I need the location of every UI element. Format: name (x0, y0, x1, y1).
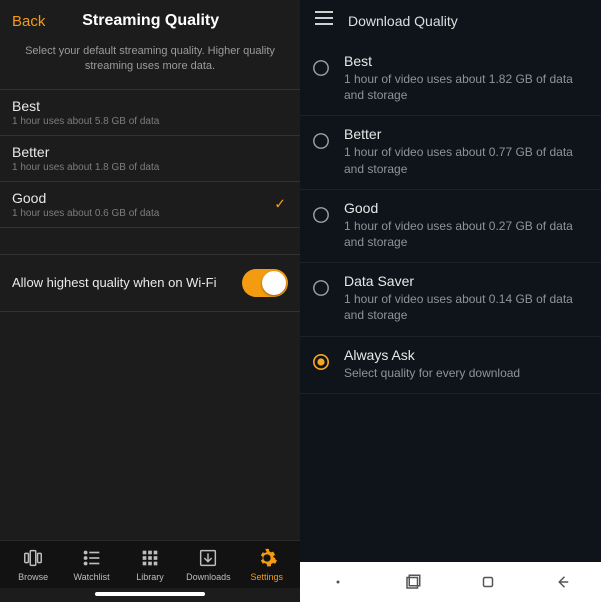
option-sub: 1 hour of video uses about 0.14 GB of da… (344, 291, 585, 323)
radio-unchecked-icon (312, 279, 330, 302)
library-icon (139, 547, 161, 569)
option-name: Good (12, 190, 288, 206)
radio-unchecked-icon (312, 206, 330, 229)
downloads-icon (197, 547, 219, 569)
wifi-label: Allow highest quality when on Wi-Fi (12, 275, 216, 290)
quality-option-better[interactable]: Better 1 hour uses about 1.8 GB of data (0, 135, 300, 181)
option-sub: 1 hour uses about 1.8 GB of data (12, 162, 288, 173)
page-title: Streaming Quality (13, 12, 288, 30)
watchlist-icon (81, 547, 103, 569)
download-option-good[interactable]: Good 1 hour of video uses about 0.27 GB … (300, 190, 601, 263)
option-name: Better (12, 144, 288, 160)
tab-downloads[interactable]: Downloads (180, 547, 236, 582)
wifi-toggle[interactable] (242, 269, 288, 297)
nav-back-icon[interactable] (543, 572, 583, 592)
tab-label: Downloads (186, 572, 231, 582)
tab-label: Browse (18, 572, 48, 582)
wifi-quality-row[interactable]: Allow highest quality when on Wi-Fi (0, 254, 300, 312)
nav-menu-icon[interactable] (318, 572, 358, 592)
gear-icon (256, 547, 278, 569)
android-screen: Download Quality Best 1 hour of video us… (300, 0, 601, 602)
option-sub: 1 hour of video uses about 0.27 GB of da… (344, 218, 585, 250)
download-option-best[interactable]: Best 1 hour of video uses about 1.82 GB … (300, 43, 601, 116)
tab-bar: Browse Watchlist Library (0, 540, 300, 588)
appbar-title: Download Quality (348, 13, 458, 29)
page-description: Select your default streaming quality. H… (0, 40, 300, 89)
ios-screen: Back Streaming Quality Select your defau… (0, 0, 300, 602)
browse-icon (22, 547, 44, 569)
tab-browse[interactable]: Browse (5, 547, 61, 582)
quality-option-best[interactable]: Best 1 hour uses about 5.8 GB of data (0, 89, 300, 135)
nav-home-icon[interactable] (468, 572, 508, 592)
option-sub: Select quality for every download (344, 365, 585, 381)
option-name: Best (12, 98, 288, 114)
download-option-always-ask[interactable]: Always Ask Select quality for every down… (300, 337, 601, 394)
tab-library[interactable]: Library (122, 547, 178, 582)
quality-option-good[interactable]: Good 1 hour uses about 0.6 GB of data ✓ (0, 181, 300, 228)
option-name: Always Ask (344, 347, 585, 363)
tab-label: Library (136, 572, 164, 582)
option-sub: 1 hour of video uses about 0.77 GB of da… (344, 144, 585, 176)
toggle-knob (262, 271, 286, 295)
nav-recents-icon[interactable] (393, 572, 433, 592)
option-sub: 1 hour uses about 5.8 GB of data (12, 116, 288, 127)
radio-checked-icon (312, 353, 330, 376)
tab-settings[interactable]: Settings (239, 547, 295, 582)
android-nav-bar (300, 562, 601, 602)
quality-options: Best 1 hour uses about 5.8 GB of data Be… (0, 89, 300, 228)
download-option-better[interactable]: Better 1 hour of video uses about 0.77 G… (300, 116, 601, 189)
option-name: Best (344, 53, 585, 69)
header: Back Streaming Quality (0, 0, 300, 40)
app-bar: Download Quality (300, 0, 601, 43)
home-indicator (95, 592, 205, 596)
radio-unchecked-icon (312, 59, 330, 82)
tab-watchlist[interactable]: Watchlist (64, 547, 120, 582)
tab-label: Settings (250, 572, 283, 582)
hamburger-menu-icon[interactable] (314, 10, 334, 31)
option-sub: 1 hour uses about 0.6 GB of data (12, 208, 288, 219)
option-sub: 1 hour of video uses about 1.82 GB of da… (344, 71, 585, 103)
tab-label: Watchlist (73, 572, 109, 582)
option-name: Better (344, 126, 585, 142)
checkmark-icon: ✓ (274, 196, 286, 213)
option-name: Good (344, 200, 585, 216)
option-name: Data Saver (344, 273, 585, 289)
download-option-data-saver[interactable]: Data Saver 1 hour of video uses about 0.… (300, 263, 601, 336)
radio-unchecked-icon (312, 132, 330, 155)
